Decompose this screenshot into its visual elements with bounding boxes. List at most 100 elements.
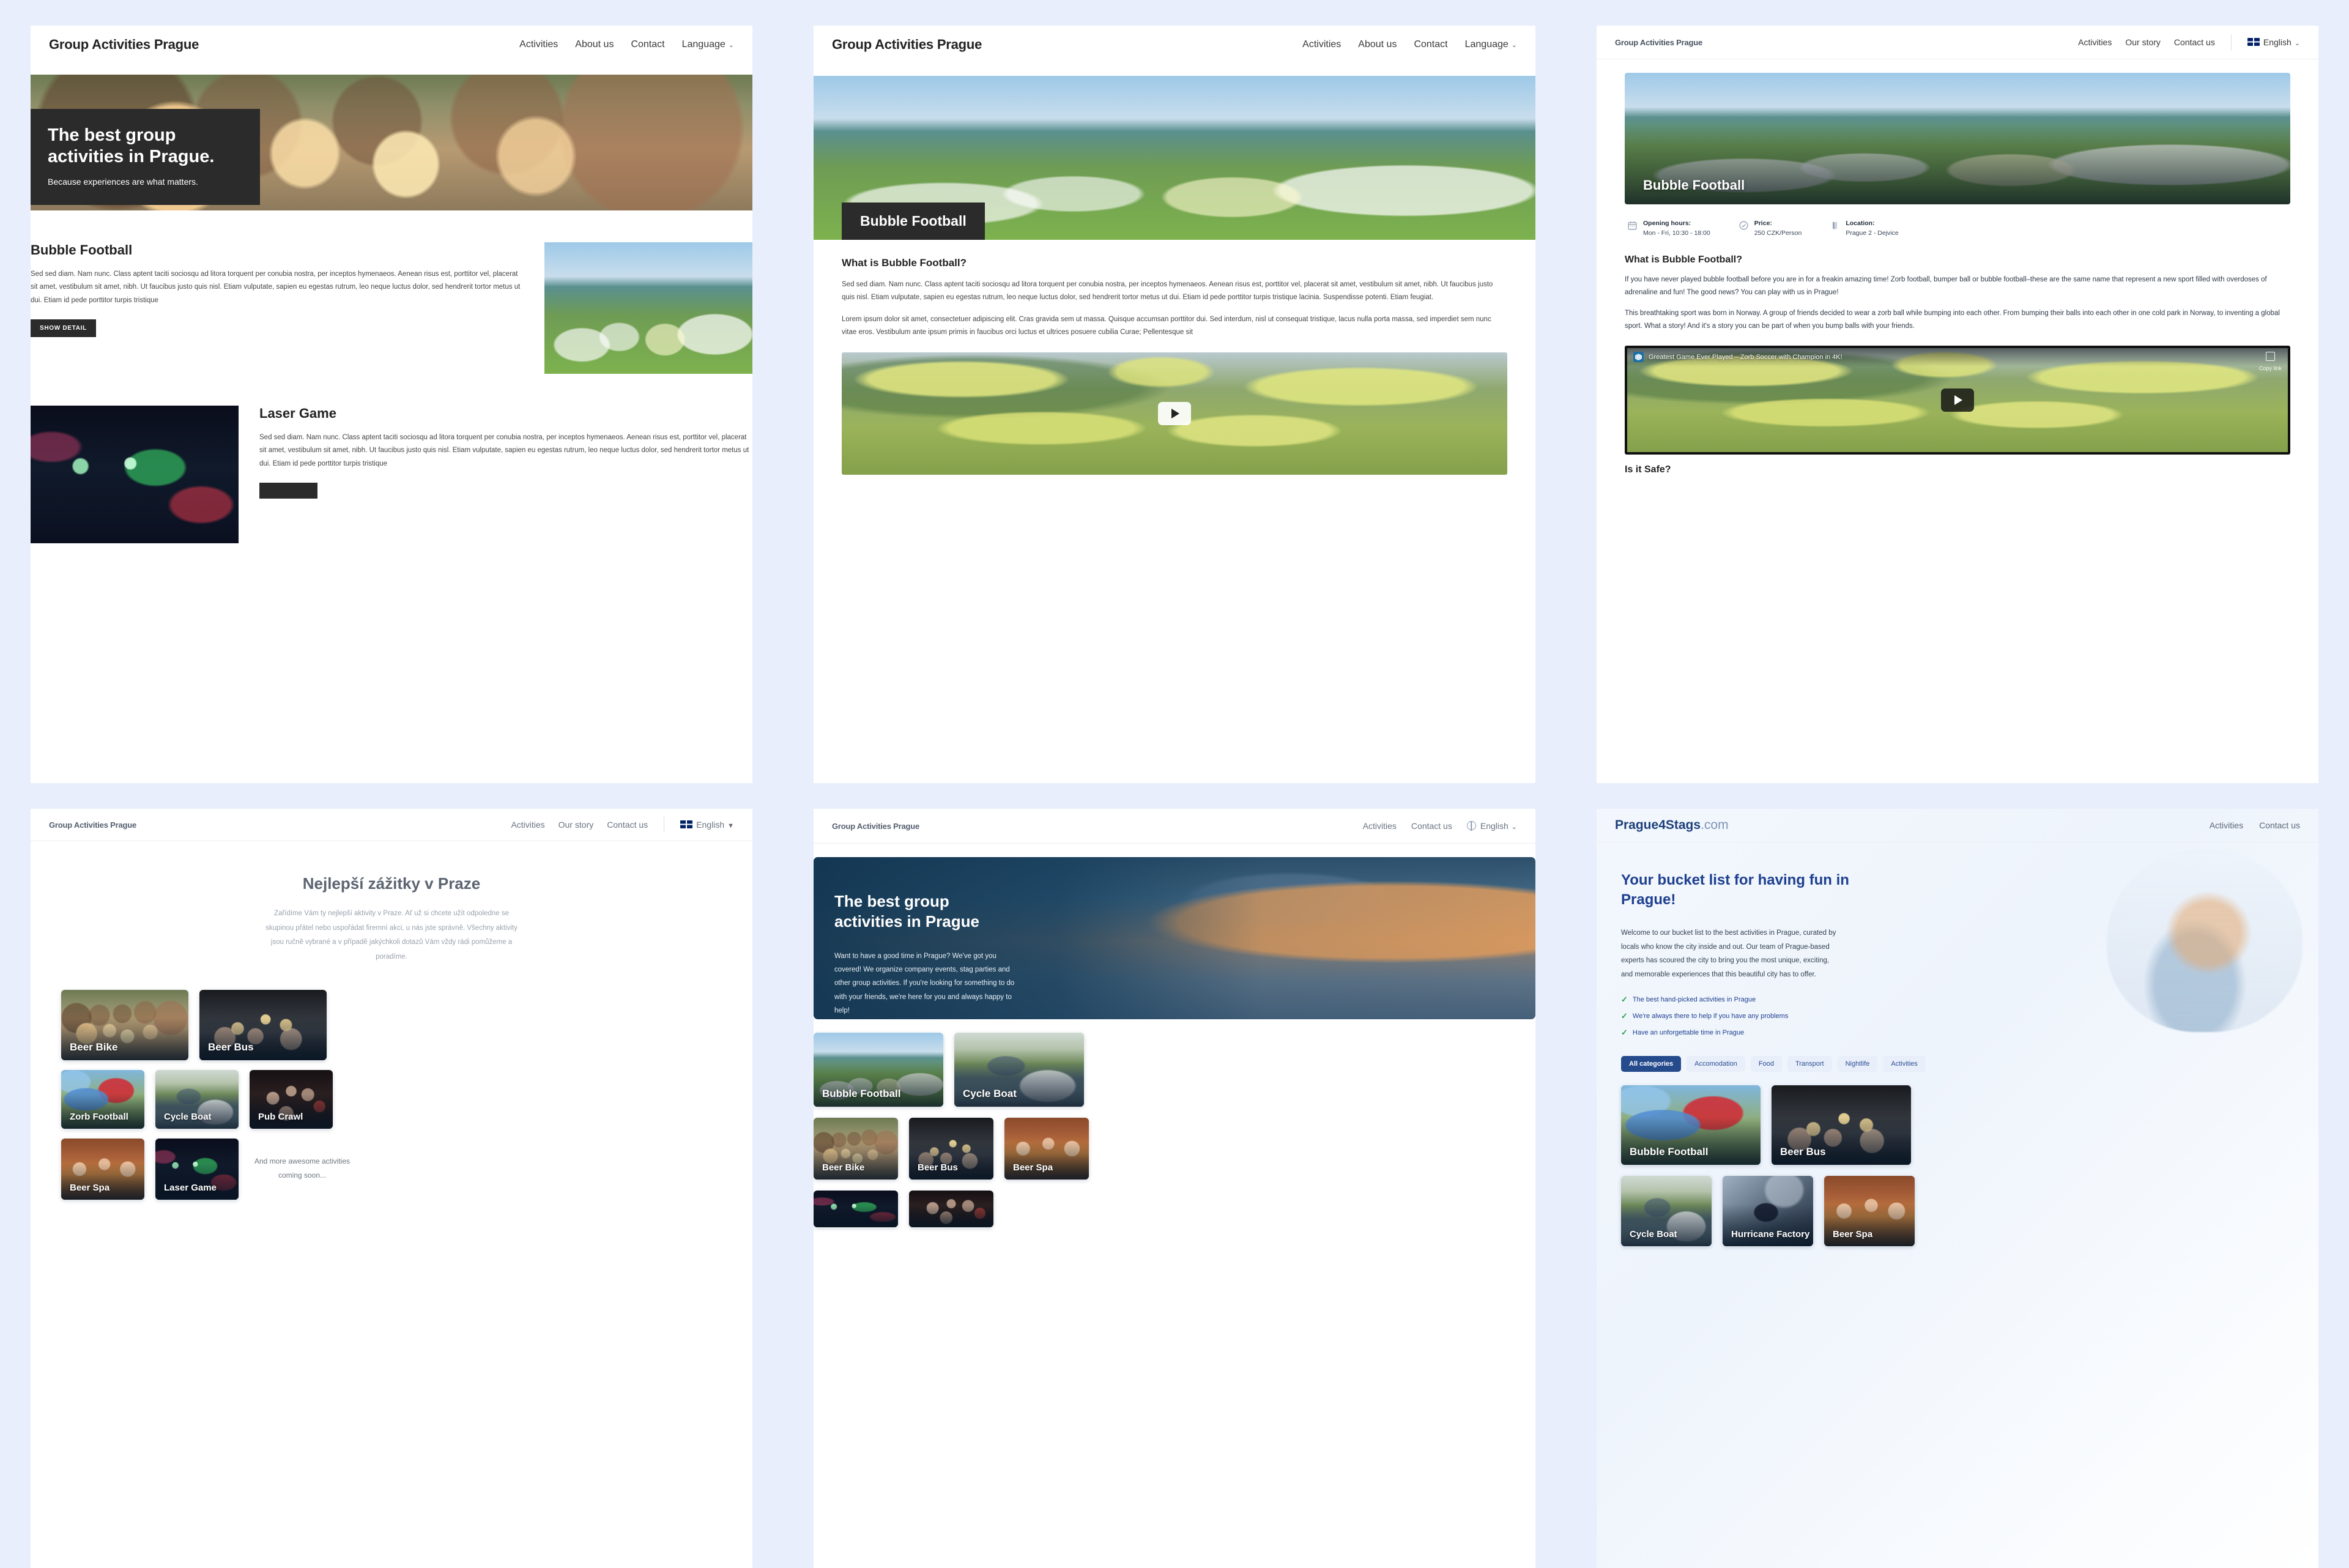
- nav-item-contact-us[interactable]: Contact us: [607, 820, 648, 830]
- nav-item-contact-us[interactable]: Contact us: [1411, 821, 1452, 831]
- section-laser-game: Laser Game Sed sed diam. Nam nunc. Class…: [31, 406, 752, 543]
- activity-card-beer-spa[interactable]: Beer Spa: [1824, 1176, 1915, 1247]
- chip-transport[interactable]: Transport: [1787, 1056, 1832, 1072]
- info-value: Prague 2 - Dejvice: [1846, 229, 1899, 237]
- nav-item-activities[interactable]: Activities: [2078, 37, 2112, 47]
- nav-item-contact[interactable]: Contact: [631, 39, 664, 50]
- panel-4-czech-listing: Group Activities Prague Activities Our s…: [0, 783, 783, 1568]
- activity-card-beer-bus[interactable]: Beer Bus: [909, 1118, 993, 1180]
- chip-food[interactable]: Food: [1750, 1056, 1782, 1072]
- brand-logo[interactable]: Group Activities Prague: [832, 37, 982, 53]
- page-title: Your bucket list for having fun in Pragu…: [1621, 872, 1849, 908]
- panel2-hero: Bubble Football: [814, 76, 1535, 240]
- card-label: Beer Bike: [70, 1041, 118, 1053]
- language-selector[interactable]: English ⌄: [1466, 821, 1517, 831]
- show-detail-button[interactable]: [259, 482, 317, 499]
- card-row-1: Bubble Football Cycle Boat: [814, 1033, 1535, 1107]
- activity-card-cycle-boat[interactable]: Cycle Boat: [954, 1033, 1084, 1107]
- screenshot-grid: Group Activities Prague Activities About…: [0, 0, 2349, 1568]
- chevron-down-icon: ⌄: [1511, 823, 1517, 831]
- card-row-1: Beer Bike Beer Bus: [61, 990, 722, 1061]
- activity-card-cycle-boat[interactable]: Cycle Boat: [1621, 1176, 1712, 1247]
- activity-card-hurricane-factory[interactable]: Hurricane Factory: [1723, 1176, 1813, 1247]
- activity-card-beer-bike[interactable]: Beer Bike: [61, 990, 188, 1061]
- chip-accomodation[interactable]: Accomodation: [1687, 1056, 1745, 1072]
- nav-item-contact[interactable]: Contact: [1414, 39, 1447, 50]
- nav-item-about-us[interactable]: About us: [575, 39, 614, 50]
- brand-logo[interactable]: Group Activities Prague: [49, 820, 136, 830]
- card-label: Beer Spa: [1833, 1229, 1873, 1240]
- embedded-video-player[interactable]: Greatest Game Ever Played – Zorb Soccer …: [1625, 345, 2290, 455]
- nav-item-activities[interactable]: Activities: [519, 39, 558, 50]
- activity-card-cycle-boat[interactable]: Cycle Boat: [155, 1070, 239, 1129]
- chip-all-categories[interactable]: All categories: [1621, 1056, 1682, 1072]
- language-selector[interactable]: English ▼: [680, 820, 734, 830]
- brand-logo[interactable]: Prague4Stags.com: [1615, 818, 1729, 833]
- content-paragraph-1: Sed sed diam. Nam nunc. Class aptent tac…: [842, 281, 1493, 302]
- nav-item-our-story[interactable]: Our story: [558, 820, 594, 830]
- panel6-card-grid: Bubble Football Beer Bus Cycle Boat Hurr: [1597, 1072, 2318, 1247]
- nav-item-activities[interactable]: Activities: [511, 820, 544, 830]
- panel1-nav-links: Activities About us Contact Language ⌄: [519, 39, 734, 50]
- play-button[interactable]: [1941, 388, 1974, 412]
- nav-item-our-story[interactable]: Our story: [2125, 37, 2161, 47]
- activity-card-laser-game[interactable]: Laser Game: [814, 1191, 898, 1227]
- activity-card-pub-crawl[interactable]: Pub Crawl: [250, 1070, 333, 1129]
- panel-5-homepage-blue: Group Activities Prague Activities Conta…: [783, 783, 1566, 1568]
- panel5-card-grid: Bubble Football Cycle Boat Beer Bike Bee…: [814, 1033, 1535, 1227]
- nav-item-activities[interactable]: Activities: [1302, 39, 1341, 50]
- info-label: Location:: [1846, 220, 1875, 227]
- section-photo-bubble-football: [544, 242, 752, 374]
- copy-link-button[interactable]: Copy link: [2259, 351, 2282, 373]
- panel6-filters: All categories Accomodation Food Transpo…: [1597, 1038, 2318, 1072]
- language-selector[interactable]: Language ⌄: [682, 39, 734, 50]
- nav-item-contact-us[interactable]: Contact us: [2174, 37, 2215, 47]
- play-button[interactable]: [1158, 402, 1191, 426]
- activity-card-beer-spa[interactable]: Beer Spa: [61, 1139, 144, 1200]
- check-icon: ✓: [1621, 1028, 1628, 1038]
- chip-activities[interactable]: Activities: [1883, 1056, 1926, 1072]
- card-row-1: Bubble Football Beer Bus: [1621, 1085, 2294, 1165]
- chip-nightlife[interactable]: Nightlife: [1837, 1056, 1878, 1072]
- content-paragraph-2: Lorem ipsum dolor sit amet, consectetuer…: [842, 315, 1491, 336]
- activity-card-beer-bus[interactable]: Beer Bus: [1772, 1085, 1911, 1165]
- page-body: Welcome to our bucket list to the best a…: [1621, 929, 1836, 978]
- activity-card-bubble-football[interactable]: Bubble Football: [1621, 1085, 1761, 1165]
- brand-logo[interactable]: Group Activities Prague: [832, 822, 919, 831]
- panel4-navbar: Group Activities Prague Activities Our s…: [31, 809, 752, 841]
- panel-2-detail-page: Group Activities Prague Activities About…: [783, 0, 1566, 783]
- video-title-bar: Greatest Game Ever Played – Zorb Soccer …: [1627, 347, 2288, 366]
- panel5-nav-links: Activities Contact us English ⌄: [1363, 821, 1517, 831]
- brand-logo[interactable]: Group Activities Prague: [49, 37, 199, 53]
- info-price: Price: 250 CZK/Person: [1739, 219, 1802, 239]
- embedded-video-player[interactable]: [842, 352, 1507, 475]
- hero-photo-prague-skyline: [2107, 849, 2303, 1032]
- benefit-item: ✓ The best hand-picked activities in Prag…: [1621, 995, 1878, 1005]
- card-label: Cycle Boat: [164, 1112, 212, 1123]
- brand-logo[interactable]: Group Activities Prague: [1615, 38, 1702, 47]
- activity-card-beer-spa[interactable]: Beer Spa: [1004, 1118, 1089, 1180]
- activity-card-beer-bike[interactable]: Beer Bike: [814, 1118, 898, 1180]
- activity-card-laser-game[interactable]: Laser Game: [155, 1139, 239, 1200]
- hero-caption-box: The best group activities in Prague. Bec…: [31, 109, 260, 205]
- activity-card-zorb-football[interactable]: Zorb Football: [61, 1070, 144, 1129]
- content-heading: What is Bubble Football?: [1625, 254, 1742, 265]
- map-icon: [1830, 220, 1840, 231]
- nav-item-activities[interactable]: Activities: [1363, 821, 1397, 831]
- nav-item-about-us[interactable]: About us: [1358, 39, 1397, 50]
- activity-card-pub-crawl[interactable]: Pub Crawl: [909, 1191, 993, 1227]
- language-selector[interactable]: Language ⌄: [1465, 39, 1517, 50]
- nav-item-contact-us[interactable]: Contact us: [2259, 820, 2300, 830]
- language-selector[interactable]: English ⌄: [2247, 37, 2300, 47]
- card-label: Beer Bus: [208, 1041, 254, 1053]
- card-label: Beer Bike: [822, 1162, 865, 1173]
- activity-card-beer-bus[interactable]: Beer Bus: [199, 990, 327, 1061]
- card-row-2: Cycle Boat Hurricane Factory Beer Spa: [1621, 1176, 2294, 1247]
- uk-flag-icon: [680, 820, 693, 828]
- nav-item-activities[interactable]: Activities: [2210, 820, 2243, 830]
- panel4-intro: Nejlepší zážitky v Praze Zařídíme Vám ty…: [31, 841, 752, 964]
- language-label: English: [696, 820, 725, 830]
- panel6-navbar: Prague4Stags.com Activities Contact us: [1597, 809, 2318, 842]
- activity-card-bubble-football[interactable]: Bubble Football: [814, 1033, 943, 1107]
- show-detail-button[interactable]: SHOW DETAIL: [31, 319, 96, 337]
